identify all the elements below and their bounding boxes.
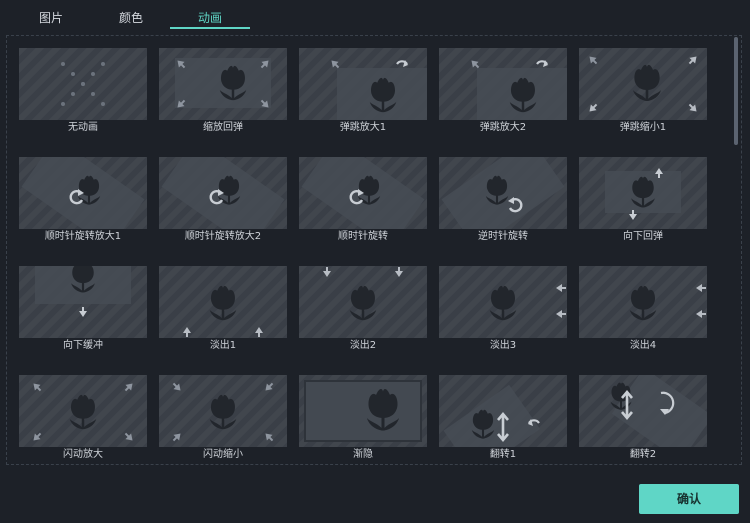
animation-item[interactable]: 翻转2 (579, 375, 707, 475)
animation-label: 闪动缩小 (203, 449, 243, 460)
animation-label: 顺时针旋转放大1 (44, 231, 122, 242)
animation-item[interactable]: 逆时针旋转 (439, 157, 567, 257)
animation-label: 逆时针旋转 (478, 231, 528, 242)
animation-item[interactable]: 顺时针旋转放大1 (19, 157, 147, 257)
animation-label: 翻转1 (489, 449, 517, 460)
animation-item[interactable]: 顺时针旋转 (299, 157, 427, 257)
animation-label: 闪动放大 (63, 449, 103, 460)
animation-label: 无动画 (68, 122, 98, 133)
animation-label: 淡出4 (629, 340, 657, 351)
animation-item[interactable]: 淡出3 (439, 266, 567, 366)
flash-zoom-out-icon (159, 375, 287, 447)
animation-item[interactable]: 无动画 (19, 48, 147, 148)
fade-out-horizontal-icon (439, 266, 567, 338)
animation-item[interactable]: 缩放回弹 (159, 48, 287, 148)
down-buffer-icon (19, 266, 147, 338)
tab-color[interactable]: 颜色 (102, 0, 160, 28)
rotate-cw-icon (19, 157, 147, 229)
animation-item[interactable]: 向下回弹 (579, 157, 707, 257)
animation-label: 渐隐 (353, 449, 373, 460)
animation-label: 弹跳缩小1 (619, 122, 667, 133)
animation-label: 淡出3 (489, 340, 517, 351)
animation-label: 弹跳放大1 (339, 122, 387, 133)
down-rebound-icon (579, 157, 707, 229)
animation-label: 顺时针旋转 (338, 231, 388, 242)
animation-label: 淡出2 (349, 340, 377, 351)
dots-x-icon (19, 48, 147, 120)
animation-item[interactable]: 弹跳放大2 (439, 48, 567, 148)
fade-icon (299, 375, 427, 447)
animation-label: 顺时针旋转放大2 (184, 231, 262, 242)
scrollbar[interactable] (734, 37, 738, 463)
bounce-zoom-out-icon (579, 48, 707, 120)
rotate-cw-icon (159, 157, 287, 229)
animation-item[interactable]: 弹跳放大1 (299, 48, 427, 148)
flip-icon (439, 375, 567, 447)
animation-label: 向下回弹 (623, 231, 663, 242)
bounce-zoom-in-icon (439, 48, 567, 120)
tab-bar: 图片 颜色 动画 (0, 0, 750, 30)
bounce-zoom-in-icon (299, 48, 427, 120)
animation-item[interactable]: 闪动放大 (19, 375, 147, 475)
animation-label: 淡出1 (209, 340, 237, 351)
animation-label: 缩放回弹 (203, 122, 243, 133)
zoom-rebound-icon (159, 48, 287, 120)
flip-icon (579, 375, 707, 447)
fade-out-up-icon (159, 266, 287, 338)
animation-item[interactable]: 顺时针旋转放大2 (159, 157, 287, 257)
rotate-ccw-icon (439, 157, 567, 229)
animation-item[interactable]: 淡出1 (159, 266, 287, 366)
rotate-cw-icon (299, 157, 427, 229)
animation-item[interactable]: 渐隐 (299, 375, 427, 475)
animation-label: 翻转2 (629, 449, 657, 460)
animation-item[interactable]: 翻转1 (439, 375, 567, 475)
fade-out-horizontal-icon (579, 266, 707, 338)
animation-item[interactable]: 淡出4 (579, 266, 707, 366)
flash-zoom-in-icon (19, 375, 147, 447)
confirm-button[interactable]: 确认 (639, 484, 739, 514)
fade-out-down-icon (299, 266, 427, 338)
animation-item[interactable]: 闪动缩小 (159, 375, 287, 475)
animation-item[interactable]: 弹跳缩小1 (579, 48, 707, 148)
animation-item[interactable]: 淡出2 (299, 266, 427, 366)
active-tab-indicator (170, 27, 250, 29)
scrollbar-thumb[interactable] (734, 37, 738, 145)
tab-animation[interactable]: 动画 (181, 0, 239, 28)
animation-item[interactable]: 向下缓冲 (19, 266, 147, 366)
animation-label: 向下缓冲 (63, 340, 103, 351)
animation-label: 弹跳放大2 (479, 122, 527, 133)
tab-image[interactable]: 图片 (22, 0, 80, 28)
